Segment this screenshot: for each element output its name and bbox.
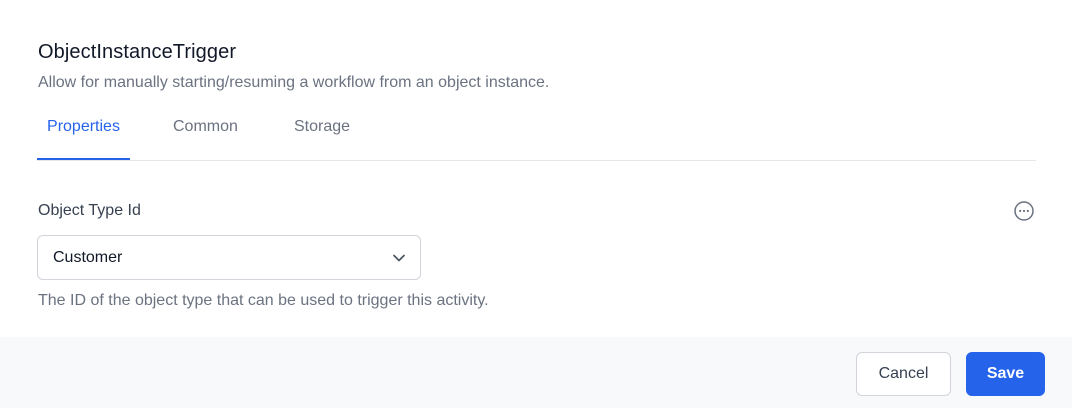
object-type-select[interactable]: Customer (37, 235, 421, 280)
tab-storage[interactable]: Storage (294, 108, 350, 159)
dialog-footer: Cancel Save (0, 337, 1072, 408)
cancel-button[interactable]: Cancel (856, 352, 951, 396)
object-type-select-value: Customer (53, 249, 123, 266)
dialog: ObjectInstanceTrigger Allow for manually… (0, 0, 1072, 408)
tab-common[interactable]: Common (173, 108, 238, 159)
tab-properties[interactable]: Properties (37, 108, 130, 160)
field-help-text: The ID of the object type that can be us… (38, 292, 489, 309)
tab-bar: Properties Common Storage (37, 108, 1036, 161)
chevron-down-icon (392, 251, 406, 265)
ellipsis-circle-icon[interactable] (1013, 200, 1035, 222)
dialog-subtitle: Allow for manually starting/resuming a w… (38, 74, 550, 91)
save-button[interactable]: Save (966, 352, 1045, 396)
object-type-id-label: Object Type Id (38, 202, 141, 219)
dialog-title: ObjectInstanceTrigger (38, 41, 237, 63)
